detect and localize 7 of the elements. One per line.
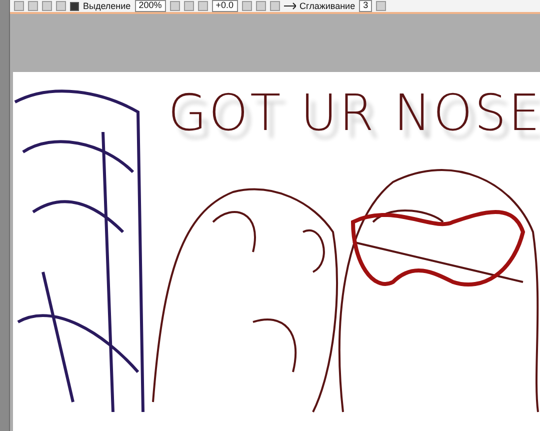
smoothing-field[interactable]: 3 (359, 0, 372, 12)
selection-label: Выделение (83, 1, 131, 11)
selection-checkbox[interactable] (70, 2, 79, 10)
smoothing-label: Сглаживание (300, 1, 356, 11)
rotation-field[interactable]: +0.0 (212, 0, 238, 12)
zoom-field[interactable]: 200% (134, 0, 166, 12)
lettering-text: GOT UR NOSE (168, 84, 540, 142)
